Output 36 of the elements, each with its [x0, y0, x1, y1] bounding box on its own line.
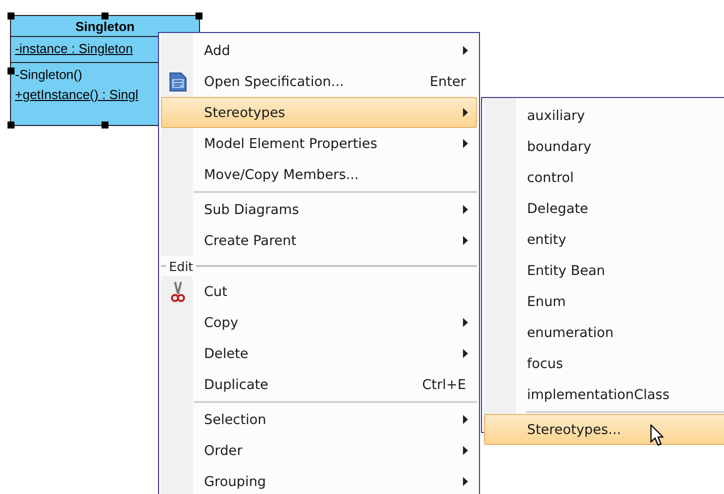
menu-item[interactable]: boundary — [484, 131, 724, 162]
menu-item[interactable]: Cut — [161, 276, 477, 307]
menu-item[interactable]: Entity Bean — [484, 255, 724, 286]
attribute-text: -instance : Singleton — [15, 40, 133, 58]
menu-item[interactable]: auxiliary — [484, 100, 724, 131]
menu-item[interactable]: enumeration — [484, 317, 724, 348]
menu-item[interactable]: Stereotypes... — [484, 414, 724, 445]
menu-item[interactable]: Order — [161, 435, 477, 466]
menu-item[interactable]: Create Parent — [161, 225, 477, 256]
selection-handle[interactable] — [102, 12, 108, 20]
operation-text: +getInstance() : Singl — [15, 86, 138, 104]
menu-item[interactable]: implementationClass — [484, 379, 724, 410]
menu-item[interactable]: Move/Copy Members... — [161, 159, 477, 190]
selection-handle[interactable] — [8, 67, 14, 74]
group-label: Edit — [169, 258, 194, 274]
menu-item[interactable]: Duplicate Ctrl+E — [161, 369, 477, 400]
menu-item[interactable]: entity — [484, 224, 724, 255]
menu-item[interactable]: Stereotypes — [161, 97, 477, 128]
menu-item[interactable]: Enum — [484, 286, 724, 317]
menu-item[interactable]: Model Element Properties — [161, 128, 477, 159]
menu-item[interactable]: Selection — [161, 404, 477, 435]
selection-handle[interactable] — [8, 12, 14, 20]
operation-text: -Singleton() — [15, 66, 82, 84]
menu-item[interactable]: Delegate — [484, 193, 724, 224]
cursor-icon — [650, 424, 664, 446]
selection-handle[interactable] — [102, 122, 108, 128]
menu-item[interactable]: Copy — [161, 307, 477, 338]
selection-handle[interactable] — [8, 122, 14, 128]
menu-item[interactable]: focus — [484, 348, 724, 379]
menu-item[interactable]: Delete — [161, 338, 477, 369]
selection-handle[interactable] — [196, 12, 202, 20]
menu-item[interactable]: control — [484, 162, 724, 193]
document-icon — [169, 72, 187, 92]
menu-item[interactable]: Sub Diagrams — [161, 194, 477, 225]
scissors-icon — [171, 280, 185, 302]
menu-item[interactable]: Grouping — [161, 466, 477, 494]
